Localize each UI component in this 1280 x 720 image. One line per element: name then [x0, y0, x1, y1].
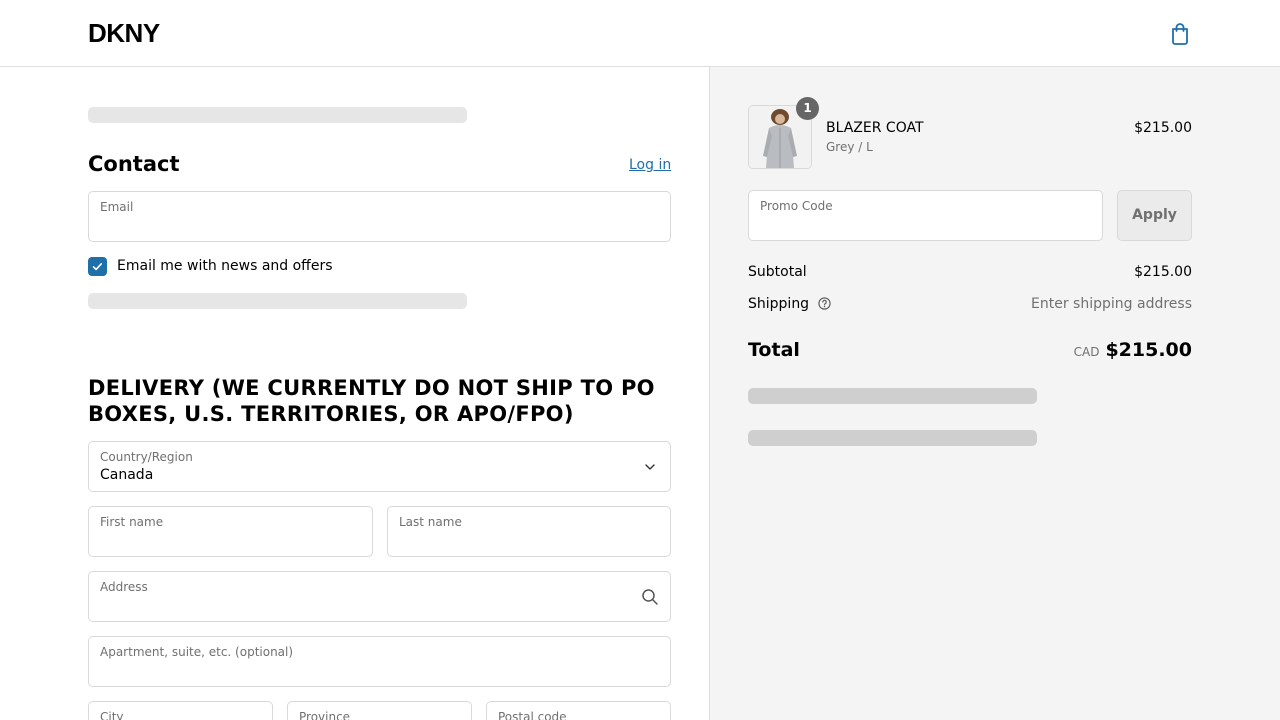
- shipping-label: Shipping: [748, 296, 810, 312]
- first-name-field[interactable]: First name: [88, 506, 373, 557]
- contact-title: Contact: [88, 152, 180, 176]
- subtotal-value: $215.00: [1134, 264, 1192, 280]
- city-label: City: [100, 710, 124, 720]
- total-value-group: CAD $215.00: [1074, 338, 1192, 364]
- shipping-value: Enter shipping address: [1031, 296, 1192, 312]
- city-field[interactable]: City: [88, 701, 273, 720]
- chevron-down-icon: [645, 464, 655, 470]
- postal-code-label: Postal code: [498, 710, 567, 720]
- newsletter-label[interactable]: Email me with news and offers: [117, 257, 333, 275]
- loading-placeholder: [748, 388, 1037, 404]
- country-value: Canada: [100, 467, 154, 483]
- shopping-bag-icon[interactable]: [1169, 22, 1191, 46]
- province-label: Province: [299, 710, 351, 720]
- currency-code: CAD: [1073, 345, 1100, 359]
- loading-placeholder: [748, 430, 1037, 446]
- product-price: $215.00: [1134, 120, 1192, 136]
- brand-logo[interactable]: DKNY: [88, 19, 160, 47]
- apartment-label: Apartment, suite, etc. (optional): [100, 645, 294, 659]
- total-label: Total: [748, 339, 800, 361]
- apartment-field[interactable]: Apartment, suite, etc. (optional): [88, 636, 671, 687]
- subtotal-label: Subtotal: [748, 264, 807, 280]
- promo-code-label: Promo Code: [760, 199, 833, 213]
- help-icon[interactable]: [817, 297, 831, 310]
- checkmark-icon: [92, 263, 103, 271]
- shipping-row: Shipping: [748, 295, 831, 313]
- last-name-label: Last name: [399, 515, 462, 529]
- delivery-title: DELIVERY (WE CURRENTLY DO NOT SHIP TO PO…: [88, 376, 655, 426]
- last-name-field[interactable]: Last name: [387, 506, 671, 557]
- first-name-label: First name: [100, 515, 164, 529]
- quantity-badge: 1: [796, 97, 819, 120]
- address-label: Address: [100, 580, 148, 594]
- email-field[interactable]: Email: [88, 191, 671, 242]
- header: DKNY: [0, 0, 1280, 67]
- country-select[interactable]: Country/Region Canada: [88, 441, 671, 492]
- newsletter-checkbox[interactable]: [88, 257, 107, 276]
- search-icon: [642, 589, 658, 605]
- product-variant: Grey / L: [826, 140, 873, 154]
- address-field[interactable]: Address: [88, 571, 671, 622]
- product-name: BLAZER COAT: [826, 120, 924, 136]
- province-field[interactable]: Province: [287, 701, 472, 720]
- loading-placeholder: [88, 107, 467, 123]
- country-label: Country/Region: [100, 450, 193, 464]
- loading-placeholder: [88, 293, 467, 309]
- apply-promo-button[interactable]: Apply: [1117, 190, 1192, 241]
- email-input[interactable]: [89, 192, 670, 241]
- postal-code-field[interactable]: Postal code: [486, 701, 671, 720]
- promo-code-field[interactable]: Promo Code: [748, 190, 1103, 241]
- login-link[interactable]: Log in: [629, 157, 671, 173]
- total-amount: $215.00: [1105, 339, 1192, 361]
